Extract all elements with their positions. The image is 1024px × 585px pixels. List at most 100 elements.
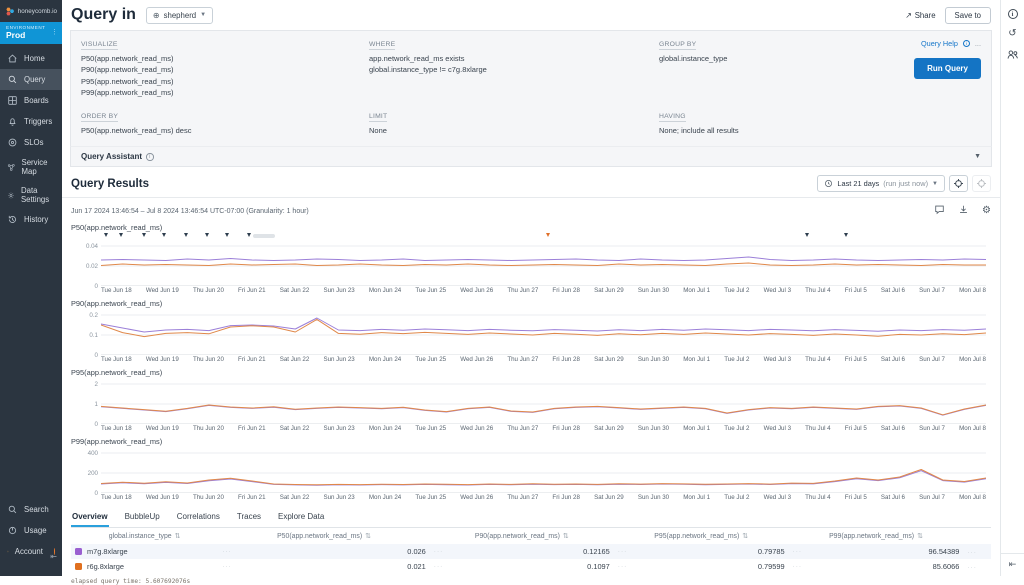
rail-team-button[interactable]	[1001, 48, 1024, 61]
rail-collapse-button[interactable]: ⇤	[1001, 553, 1024, 576]
rail-info-button[interactable]: i	[1001, 9, 1024, 19]
series-color-swatch[interactable]	[75, 563, 82, 570]
tab-explore-data[interactable]: Explore Data	[277, 508, 325, 527]
sidebar-item-slos[interactable]: SLOs	[0, 132, 62, 153]
deploy-marker-icon[interactable]	[844, 233, 848, 237]
chart-plot-area[interactable]: 4002000	[101, 447, 991, 493]
table-row[interactable]: r6g.8xlarge···0.021···0.1097···0.79599··…	[71, 559, 991, 574]
tab-overview[interactable]: Overview	[71, 508, 109, 527]
deploy-marker-icon[interactable]	[225, 233, 229, 237]
limit-line[interactable]: None	[369, 125, 659, 136]
x-axis-tick: Fri Jul 5	[845, 494, 867, 501]
having-clause[interactable]: HAVING None; include all results	[659, 111, 889, 136]
sidebar-item-triggers[interactable]: Triggers	[0, 111, 62, 132]
visualize-line[interactable]: P95(app.network_read_ms)	[81, 76, 369, 87]
column-header[interactable]: P95(app.network_read_ms)⇅	[614, 528, 789, 544]
dataset-selector[interactable]: ⊕ shepherd ▼	[146, 7, 213, 24]
crosshair-button[interactable]	[949, 175, 968, 192]
column-header[interactable]: P50(app.network_read_ms)⇅	[218, 528, 430, 544]
tab-correlations[interactable]: Correlations	[176, 508, 221, 527]
sidebar-collapse-icon[interactable]: ⇤	[50, 552, 57, 561]
more-options-icon[interactable]: ...	[975, 39, 981, 48]
chart-plot-area[interactable]: 0.040.020	[101, 240, 991, 286]
save-to-button[interactable]: Save to	[945, 7, 991, 24]
query-assistant-bar[interactable]: Query Assistant i ▼	[70, 146, 992, 167]
run-query-button[interactable]: Run Query	[914, 58, 981, 79]
time-range-selector[interactable]: Last 21 days (run just now) ▼	[817, 175, 945, 192]
sort-icon[interactable]: ⇅	[742, 533, 748, 540]
sidebar-item-home[interactable]: Home	[0, 48, 62, 69]
crosshair-secondary-button[interactable]	[972, 175, 991, 192]
environment-switcher[interactable]: ENVIRONMENT Prod ⋮	[0, 22, 62, 44]
where-line[interactable]: global.instance_type != c7g.8xlarge	[369, 64, 659, 75]
deploy-marker-icon[interactable]	[142, 233, 146, 237]
row-actions-icon[interactable]: ···	[967, 564, 977, 571]
query-help-link[interactable]: Query Help	[921, 39, 958, 48]
assistant-expand-icon[interactable]: ▼	[974, 153, 981, 160]
group-by-clause[interactable]: GROUP BY global.instance_type	[659, 39, 889, 98]
visualize-clause[interactable]: VISUALIZE P50(app.network_read_ms) P90(a…	[81, 39, 369, 98]
honeycomb-logo[interactable]: honeycomb.io	[0, 0, 62, 22]
visualize-line[interactable]: P99(app.network_read_ms)	[81, 87, 369, 98]
order-by-clause[interactable]: ORDER BY P50(app.network_read_ms) desc	[81, 111, 369, 136]
deploy-marker-icon[interactable]	[119, 233, 123, 237]
sidebar-item-usage[interactable]: Usage	[0, 520, 62, 541]
boards-icon	[7, 95, 18, 106]
sort-icon[interactable]: ⇅	[917, 533, 923, 540]
visualize-line[interactable]: P90(app.network_read_ms)	[81, 64, 369, 75]
sidebar-item-boards[interactable]: Boards	[0, 90, 62, 111]
where-clause[interactable]: WHERE app.network_read_ms exists global.…	[369, 39, 659, 98]
y-axis-tick: 0.2	[70, 312, 98, 319]
series-color-swatch[interactable]	[75, 548, 82, 555]
where-line[interactable]: app.network_read_ms exists	[369, 53, 659, 64]
sidebar-item-search[interactable]: Search	[0, 499, 62, 520]
comment-button[interactable]	[934, 204, 945, 218]
marker-label-pill[interactable]	[253, 234, 275, 238]
sort-icon[interactable]: ⇅	[563, 533, 569, 540]
having-line[interactable]: None; include all results	[659, 125, 889, 136]
sort-icon[interactable]: ⇅	[175, 533, 181, 540]
deploy-marker-icon[interactable]	[104, 233, 108, 237]
share-button[interactable]: ↗ Share	[905, 11, 935, 20]
tab-bubbleup[interactable]: BubbleUp	[124, 508, 161, 527]
y-axis-tick: 1	[70, 401, 98, 408]
chart-plot-area[interactable]: 210	[101, 378, 991, 424]
series-r6g.8xlarge	[101, 405, 986, 415]
x-axis-tick: Wed Jun 19	[146, 494, 179, 501]
sort-icon[interactable]: ⇅	[365, 533, 371, 540]
deploy-marker-icon[interactable]	[247, 233, 251, 237]
deploy-marker-icon[interactable]	[805, 233, 809, 237]
row-actions-icon[interactable]: ···	[967, 549, 977, 556]
column-header[interactable]: P90(app.network_read_ms)⇅	[430, 528, 614, 544]
sidebar-item-data-settings[interactable]: Data Settings	[0, 181, 62, 209]
chart-settings-button[interactable]: ⚙	[982, 206, 991, 216]
help-icon[interactable]: i	[963, 40, 970, 47]
deploy-marker-icon[interactable]	[184, 233, 188, 237]
chart-plot-area[interactable]: 0.20.10	[101, 309, 991, 355]
sidebar-item-query[interactable]: Query	[0, 69, 62, 90]
tab-traces[interactable]: Traces	[236, 508, 262, 527]
visualize-line[interactable]: P50(app.network_read_ms)	[81, 53, 369, 64]
column-header[interactable]: P99(app.network_read_ms)⇅	[789, 528, 964, 544]
download-button[interactable]	[958, 204, 969, 218]
assistant-info-icon[interactable]: i	[146, 153, 154, 161]
chart-2: P95(app.network_read_ms)210Tue Jun 18Wed…	[71, 368, 991, 432]
group-by-line[interactable]: global.instance_type	[659, 53, 889, 64]
history-icon: ↺	[1008, 28, 1016, 39]
table-row[interactable]: m7g.8xlarge···0.026···0.12165···0.79785·…	[71, 544, 991, 559]
order-by-line[interactable]: P50(app.network_read_ms) desc	[81, 125, 369, 136]
search-icon	[7, 504, 18, 515]
rail-history-button[interactable]: ↺	[1001, 28, 1024, 39]
x-axis-tick: Wed Jun 26	[460, 287, 493, 294]
deploy-marker-icon[interactable]	[546, 233, 550, 237]
sidebar-item-history[interactable]: History	[0, 209, 62, 230]
column-header[interactable]: global.instance_type⇅	[71, 528, 218, 544]
sidebar-item-label: Triggers	[24, 117, 52, 126]
x-axis-tick: Sat Jun 22	[280, 356, 310, 363]
environment-menu-icon[interactable]: ⋮	[51, 28, 58, 36]
bell-icon	[7, 116, 18, 127]
sidebar-item-service-map[interactable]: Service Map	[0, 153, 62, 181]
limit-clause[interactable]: LIMIT None	[369, 111, 659, 136]
deploy-marker-icon[interactable]	[205, 233, 209, 237]
deploy-marker-icon[interactable]	[162, 233, 166, 237]
